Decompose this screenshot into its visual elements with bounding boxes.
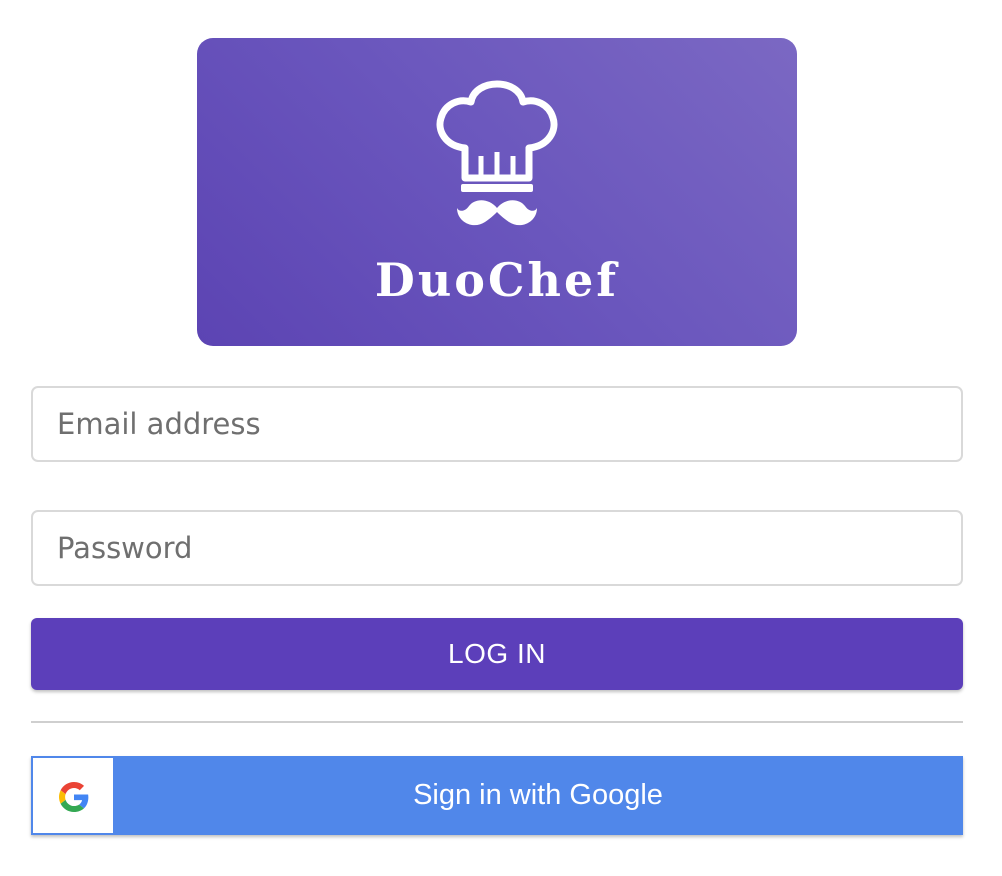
login-button[interactable]: LOG IN <box>31 618 963 690</box>
google-signin-button[interactable]: Sign in with Google <box>31 756 963 835</box>
google-icon-container <box>33 758 113 833</box>
brand-name: DuoChef <box>374 253 620 307</box>
login-page: DuoChef LOG IN Sign in with Google <box>0 0 1002 876</box>
brand-logo-card: DuoChef <box>197 38 797 346</box>
email-field[interactable] <box>31 386 963 462</box>
divider <box>31 721 963 723</box>
google-g-icon <box>59 782 89 812</box>
password-field[interactable] <box>31 510 963 586</box>
google-signin-label: Sign in with Google <box>413 779 663 811</box>
chef-hat-mustache-icon <box>436 80 558 226</box>
